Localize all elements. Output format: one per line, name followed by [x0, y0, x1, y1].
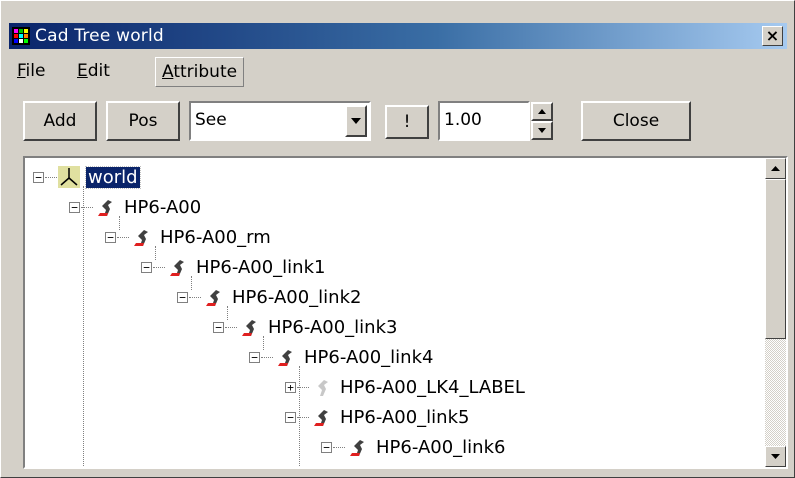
- collapse-icon[interactable]: −: [33, 171, 44, 183]
- tree-node-label: world: [85, 165, 141, 189]
- collapse-icon[interactable]: −: [285, 411, 296, 423]
- robot-arm-icon: [350, 440, 364, 456]
- tree-connector: [297, 386, 309, 388]
- bang-button[interactable]: !: [385, 105, 429, 139]
- scroll-down-button[interactable]: [765, 446, 786, 467]
- robot-arm-icon: [98, 200, 112, 216]
- robot-arm-icon: [170, 260, 184, 276]
- tree-node[interactable]: − HP6-A00_link5: [285, 402, 471, 432]
- menu-edit-mnemonic: E: [77, 61, 88, 81]
- menu-file-mnemonic: F: [17, 61, 26, 81]
- tree-node[interactable]: − HP6-A00_link6: [321, 432, 507, 462]
- app-icon: [12, 27, 30, 45]
- robot-arm-grey-icon: [314, 380, 328, 396]
- tree-node[interactable]: − HP6-A00_link3: [213, 312, 399, 342]
- tree-node-label: HP6-A00_link1: [196, 256, 326, 278]
- tree-node-label: HP6-A00_link2: [232, 286, 362, 308]
- tree-connector: [45, 176, 57, 178]
- menu-file-label: ile: [25, 61, 46, 81]
- axis-frame-icon: [58, 166, 80, 188]
- collapse-icon[interactable]: −: [213, 321, 224, 333]
- tree-connector: [117, 236, 129, 238]
- collapse-icon[interactable]: −: [177, 291, 188, 303]
- window-close-button[interactable]: ×: [762, 26, 783, 46]
- collapse-icon[interactable]: −: [105, 231, 116, 243]
- tree-connector: [189, 296, 201, 298]
- collapse-icon[interactable]: −: [249, 351, 260, 363]
- bang-button-label: !: [403, 112, 411, 132]
- pos-button-label: Pos: [128, 111, 158, 131]
- tree-connector: [261, 356, 273, 358]
- mode-select-value: See: [195, 110, 227, 130]
- collapse-icon[interactable]: −: [321, 441, 332, 453]
- cad-tree-view[interactable]: − world − HP6-A00 − HP6-A00_rm − HP6-A00…: [23, 156, 788, 469]
- collapse-icon[interactable]: −: [141, 261, 152, 273]
- collapse-icon[interactable]: −: [69, 201, 80, 213]
- robot-arm-icon: [278, 350, 292, 366]
- expand-icon[interactable]: +: [285, 381, 296, 393]
- pos-button[interactable]: Pos: [106, 101, 180, 141]
- arrow-up-icon: [771, 166, 780, 171]
- arrow-down-icon: [771, 454, 780, 459]
- scale-input[interactable]: 1.00: [438, 101, 530, 141]
- window-title: Cad Tree world: [35, 26, 164, 46]
- tree-connector: [225, 326, 237, 328]
- menu-attribute-mnemonic: A: [162, 62, 174, 82]
- tree-node-label: HP6-A00_link5: [340, 406, 470, 428]
- add-button[interactable]: Add: [23, 101, 97, 141]
- spin-down-icon: [538, 128, 546, 133]
- tree-connector: [81, 206, 93, 208]
- robot-arm-icon: [242, 320, 256, 336]
- menu-attribute-label: ttribute: [173, 62, 238, 82]
- vertical-scrollbar[interactable]: [765, 158, 786, 467]
- robot-arm-icon: [314, 410, 328, 426]
- spin-up-icon: [538, 109, 546, 114]
- scale-spin-down[interactable]: [531, 121, 553, 140]
- tree-connector: [333, 446, 345, 448]
- add-button-label: Add: [43, 111, 77, 131]
- tree-node-world[interactable]: − world: [33, 162, 141, 192]
- tree-connector: [153, 266, 165, 268]
- tree-node[interactable]: + HP6-A00_LK4_LABEL: [285, 372, 527, 402]
- scroll-up-button[interactable]: [765, 158, 786, 179]
- scale-spin-up[interactable]: [531, 102, 553, 121]
- scroll-thumb[interactable]: [765, 179, 786, 339]
- menu-attribute[interactable]: Attribute: [155, 57, 245, 87]
- menu-file[interactable]: File: [11, 57, 51, 87]
- scale-input-value: 1.00: [444, 110, 482, 130]
- cad-tree-window: Cad Tree world × File Edit Attribute Add…: [0, 0, 795, 478]
- tree-node[interactable]: − HP6-A00_link4: [249, 342, 435, 372]
- tree-node-label: HP6-A00_link4: [304, 346, 434, 368]
- close-button-label: Close: [612, 111, 660, 131]
- tree-node[interactable]: − HP6-A00_link2: [177, 282, 363, 312]
- menu-edit[interactable]: Edit: [71, 57, 116, 87]
- mode-select[interactable]: See: [189, 101, 371, 141]
- tree-node-label: HP6-A00_rm: [160, 226, 271, 248]
- mode-select-dropdown-button[interactable]: [345, 105, 367, 137]
- chevron-down-icon: [351, 118, 361, 124]
- tree-node-label: HP6-A00_link6: [376, 436, 506, 458]
- title-bar[interactable]: Cad Tree world ×: [9, 23, 787, 49]
- menu-edit-label: dit: [87, 61, 110, 81]
- tree-node[interactable]: − HP6-A00_rm: [105, 222, 273, 252]
- tree-guide-line: [83, 186, 84, 467]
- close-button[interactable]: Close: [581, 101, 691, 141]
- tree-node-label: HP6-A00_LK4_LABEL: [340, 376, 525, 398]
- menu-bar: File Edit Attribute: [9, 55, 787, 89]
- tree-node-label: HP6-A00: [124, 196, 202, 218]
- close-icon: ×: [765, 26, 780, 45]
- tree-node-label: HP6-A00_link3: [268, 316, 398, 338]
- tree-connector: [297, 416, 309, 418]
- robot-arm-icon: [206, 290, 220, 306]
- tree-node[interactable]: − HP6-A00: [69, 192, 203, 222]
- tree-node[interactable]: − HP6-A00_link1: [141, 252, 327, 282]
- robot-arm-icon: [134, 230, 148, 246]
